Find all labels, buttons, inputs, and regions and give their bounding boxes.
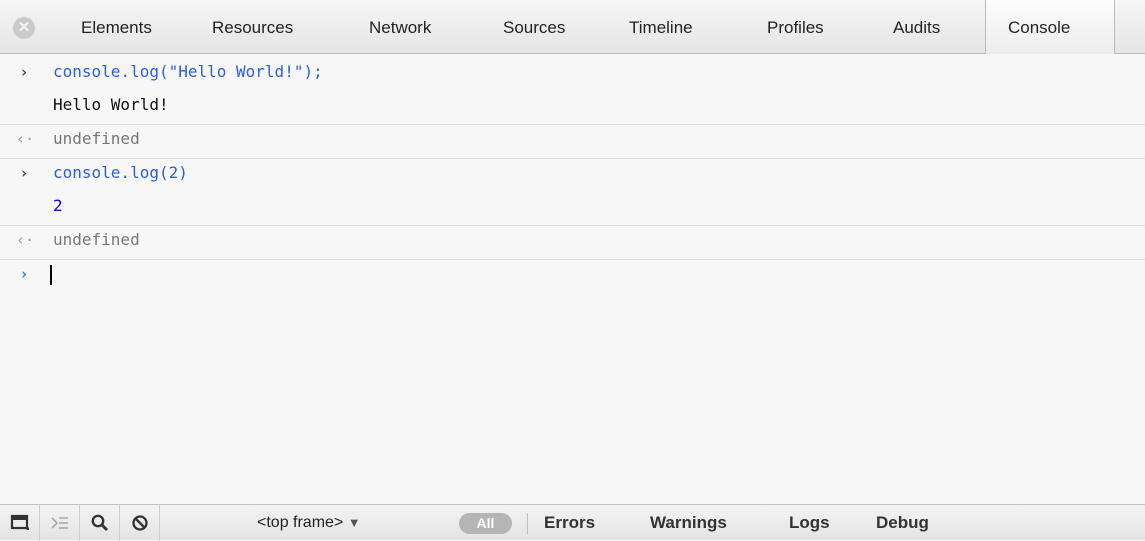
- tab-sources[interactable]: Sources: [503, 0, 565, 54]
- console-number-output[interactable]: 2: [53, 196, 63, 215]
- divider: [527, 513, 528, 534]
- frame-selector-label: <top frame>: [257, 514, 344, 531]
- return-arrow-icon: ‹·: [16, 130, 35, 148]
- filter-debug[interactable]: Debug: [876, 505, 929, 541]
- dock-icon[interactable]: [0, 505, 40, 541]
- tab-elements[interactable]: Elements: [81, 0, 152, 54]
- filter-logs[interactable]: Logs: [789, 505, 830, 541]
- console-return-text[interactable]: undefined: [53, 129, 140, 148]
- console-command-text[interactable]: console.log(2): [53, 163, 188, 182]
- console-command-text[interactable]: console.log("Hello World!");: [53, 62, 323, 81]
- search-icon[interactable]: [80, 505, 120, 541]
- show-drawer-icon[interactable]: [40, 505, 80, 541]
- frame-selector[interactable]: <top frame> ▼: [257, 505, 361, 541]
- return-arrow-icon: ‹·: [16, 231, 35, 249]
- console-log-row: Hello World!: [0, 91, 1145, 125]
- filter-all-button[interactable]: All: [459, 513, 512, 534]
- close-icon[interactable]: ✕: [13, 17, 35, 39]
- tab-network[interactable]: Network: [369, 0, 431, 54]
- command-prompt-icon: ›: [19, 164, 29, 182]
- tab-audits[interactable]: Audits: [893, 0, 940, 54]
- console-log-text[interactable]: Hello World!: [53, 95, 169, 114]
- console-command-row: › console.log(2): [0, 159, 1145, 192]
- devtools-tab-bar: ✕ Elements Resources Network Sources Tim…: [0, 0, 1145, 54]
- filter-warnings[interactable]: Warnings: [650, 505, 727, 541]
- text-caret: [50, 265, 52, 285]
- console-return-text[interactable]: undefined: [53, 230, 140, 249]
- tab-resources[interactable]: Resources: [212, 0, 293, 54]
- tab-profiles[interactable]: Profiles: [767, 0, 824, 54]
- tab-console[interactable]: Console: [985, 0, 1115, 54]
- console-messages: › console.log("Hello World!"); Hello Wor…: [0, 58, 1145, 293]
- console-prompt-row[interactable]: ›: [0, 260, 1145, 293]
- filter-errors[interactable]: Errors: [544, 505, 595, 541]
- console-log-row: 2: [0, 192, 1145, 226]
- command-prompt-icon: ›: [19, 63, 29, 81]
- input-prompt-icon: ›: [19, 265, 29, 283]
- console-return-row: ‹· undefined: [0, 125, 1145, 159]
- dropdown-arrow-icon: ▼: [347, 515, 361, 530]
- tab-timeline[interactable]: Timeline: [629, 0, 693, 54]
- clear-icon[interactable]: [120, 505, 160, 541]
- console-return-row: ‹· undefined: [0, 226, 1145, 260]
- console-command-row: › console.log("Hello World!");: [0, 58, 1145, 91]
- console-status-bar: <top frame> ▼ All Errors Warnings Logs D…: [0, 504, 1145, 541]
